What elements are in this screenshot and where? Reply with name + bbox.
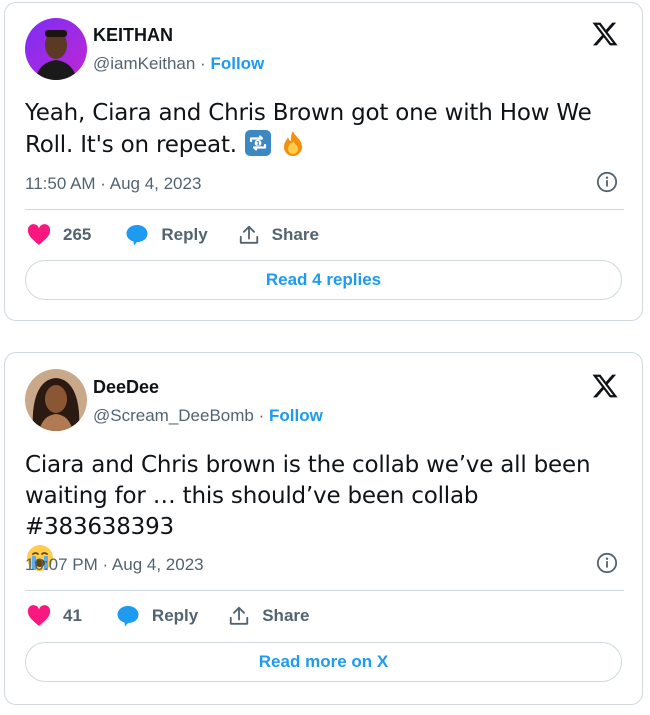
share-button[interactable]: Share — [238, 224, 319, 246]
display-name[interactable]: KEITHAN — [93, 25, 173, 46]
reply-button[interactable]: Reply — [125, 223, 208, 247]
handle[interactable]: @Scream_DeeBomb — [93, 406, 254, 425]
read-replies-button[interactable]: Read 4 replies — [25, 260, 622, 300]
handle-line: @iamKeithan · Follow — [93, 54, 264, 74]
fire-emoji — [284, 131, 303, 156]
svg-text:1: 1 — [256, 140, 260, 147]
avatar[interactable] — [25, 369, 87, 431]
read-more-button[interactable]: Read more on X — [25, 642, 622, 682]
timestamp[interactable]: 10:07 PM · Aug 4, 2023 — [25, 555, 204, 575]
reply-label: Reply — [151, 606, 199, 625]
follow-link[interactable]: Follow — [210, 54, 264, 73]
follow-link[interactable]: Follow — [269, 406, 323, 425]
share-label: Share — [271, 225, 319, 244]
divider — [25, 590, 624, 591]
heart-icon — [27, 224, 51, 245]
tweet-text-line: Ciara and Chris brown is the collab we’v… — [25, 452, 591, 478]
reply-button[interactable]: Reply — [116, 604, 198, 628]
repeat-one-emoji: 1 — [245, 130, 271, 156]
share-icon — [239, 225, 258, 244]
tweet-card: DeeDee @Scream_DeeBomb · Follow Ciara an… — [4, 352, 643, 705]
info-icon[interactable] — [596, 552, 618, 574]
handle[interactable]: @iamKeithan — [93, 54, 195, 73]
display-name[interactable]: DeeDee — [93, 377, 159, 398]
avatar[interactable] — [25, 18, 87, 80]
timestamp[interactable]: 11:50 AM · Aug 4, 2023 — [25, 174, 201, 194]
separator: · — [258, 406, 265, 425]
action-bar: 41 Reply Share — [27, 604, 309, 628]
divider — [25, 209, 624, 210]
separator: · — [200, 54, 206, 73]
tweet-text-segment: Roll. It's on repeat. — [25, 132, 237, 158]
reply-label: Reply — [161, 225, 208, 244]
tweet-card: KEITHAN @iamKeithan · Follow Yeah, Ciara… — [4, 2, 643, 321]
tweet-text: Yeah, Ciara and Chris Brown got one with… — [25, 98, 624, 161]
tweet-text-line: Yeah, Ciara and Chris Brown got one with… — [25, 100, 592, 126]
like-button[interactable]: 41 — [27, 605, 82, 627]
x-logo-icon[interactable] — [590, 372, 620, 400]
share-label: Share — [262, 606, 310, 625]
handle-line: @Scream_DeeBomb · Follow — [93, 406, 323, 426]
reply-bubble-icon — [117, 606, 139, 627]
share-button[interactable]: Share — [228, 605, 309, 627]
like-count: 41 — [63, 606, 82, 625]
action-bar: 265 Reply Share — [27, 223, 319, 247]
x-logo-icon[interactable] — [590, 20, 620, 48]
tweet-text-line: waiting for … this should’ve been collab… — [25, 483, 479, 540]
share-icon — [230, 606, 249, 625]
like-button[interactable]: 265 — [27, 224, 91, 246]
like-count: 265 — [63, 225, 92, 244]
info-icon[interactable] — [596, 171, 618, 193]
tweet-text-line: Roll. It's on repeat. 1 — [25, 129, 624, 161]
reply-bubble-icon — [126, 225, 148, 246]
heart-icon — [27, 605, 51, 626]
